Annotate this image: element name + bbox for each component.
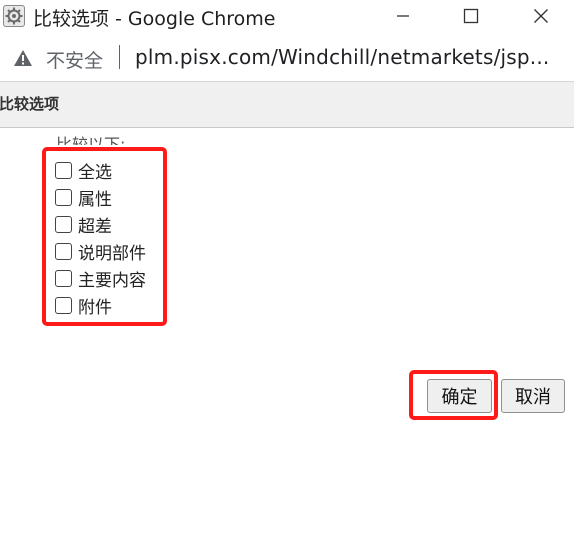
close-button[interactable] (518, 0, 564, 32)
address-bar: 不安全 plm.pisx.com/Windchill/netmarkets/js… (0, 34, 574, 82)
maximize-icon (463, 8, 479, 24)
security-status[interactable]: 不安全 (46, 46, 103, 73)
compare-label: 比较以下: (56, 135, 126, 145)
address-divider (119, 45, 120, 69)
ok-button[interactable]: 确定 (427, 379, 492, 413)
gear-icon (3, 5, 25, 27)
close-icon (534, 9, 548, 23)
dialog-header: 比较选项 (0, 82, 574, 128)
window-title: 比较选项 - Google Chrome (33, 8, 276, 30)
dialog-title: 比较选项 (0, 95, 60, 113)
minimize-button[interactable] (380, 0, 426, 32)
warning-icon[interactable] (13, 49, 33, 67)
cancel-button[interactable]: 取消 (501, 379, 565, 413)
minimize-icon (397, 15, 409, 17)
url-text[interactable]: plm.pisx.com/Windchill/netmarkets/jsp... (135, 45, 549, 69)
window-titlebar: 比较选项 - Google Chrome (0, 0, 574, 34)
maximize-button[interactable] (448, 0, 494, 32)
options-highlight-box (42, 147, 167, 326)
